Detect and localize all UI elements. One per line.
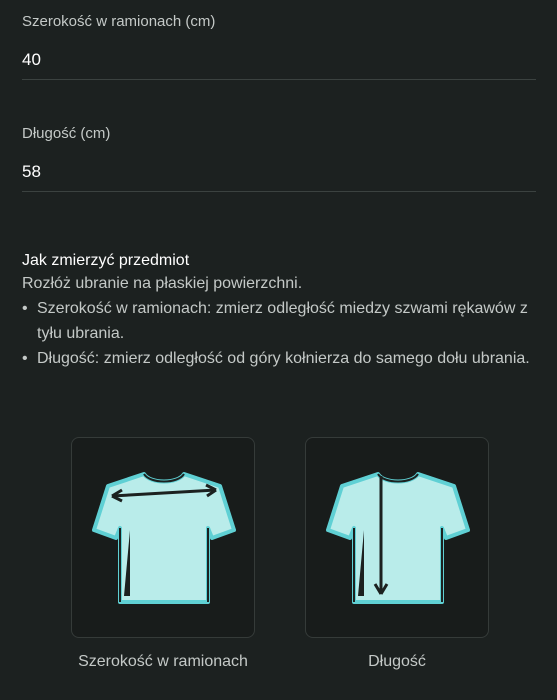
length-label: Długość (cm) — [22, 125, 111, 142]
length-field[interactable]: Długość (cm) 58 — [22, 112, 536, 194]
shoulder-width-caption: Szerokość w ramionach — [78, 653, 248, 670]
shoulder-width-underline — [22, 79, 536, 80]
length-underline — [22, 191, 536, 192]
shoulder-width-field[interactable]: Szerokość w ramionach (cm) 40 — [22, 0, 536, 82]
instructions-title: Jak zmierzyć przedmiot — [22, 252, 190, 269]
instruction-step-shoulder: • Szerokość w ramionach: zmierz odległość… — [22, 296, 537, 346]
instruction-step-length: • Długość: zmierz odległość od góry kołni… — [22, 346, 537, 371]
shoulder-width-input[interactable]: 40 — [22, 50, 41, 70]
instructions-list: • Szerokość w ramionach: zmierz odległość… — [22, 296, 537, 371]
bullet-icon: • — [22, 300, 28, 317]
bullet-icon: • — [22, 350, 28, 367]
tshirt-length-icon — [326, 472, 470, 604]
instructions-intro: Rozłóż ubranie na płaskiej powierzchni. — [22, 275, 303, 292]
length-caption: Długość — [368, 653, 426, 670]
measurement-instructions: Jak zmierzyć przedmiot Rozłóż ubranie na… — [22, 250, 537, 371]
tshirt-shoulder-width-icon — [92, 472, 236, 604]
length-diagram-card — [305, 437, 489, 638]
length-input[interactable]: 58 — [22, 162, 41, 182]
shoulder-width-diagram-card — [71, 437, 255, 638]
shoulder-width-label: Szerokość w ramionach (cm) — [22, 13, 216, 30]
